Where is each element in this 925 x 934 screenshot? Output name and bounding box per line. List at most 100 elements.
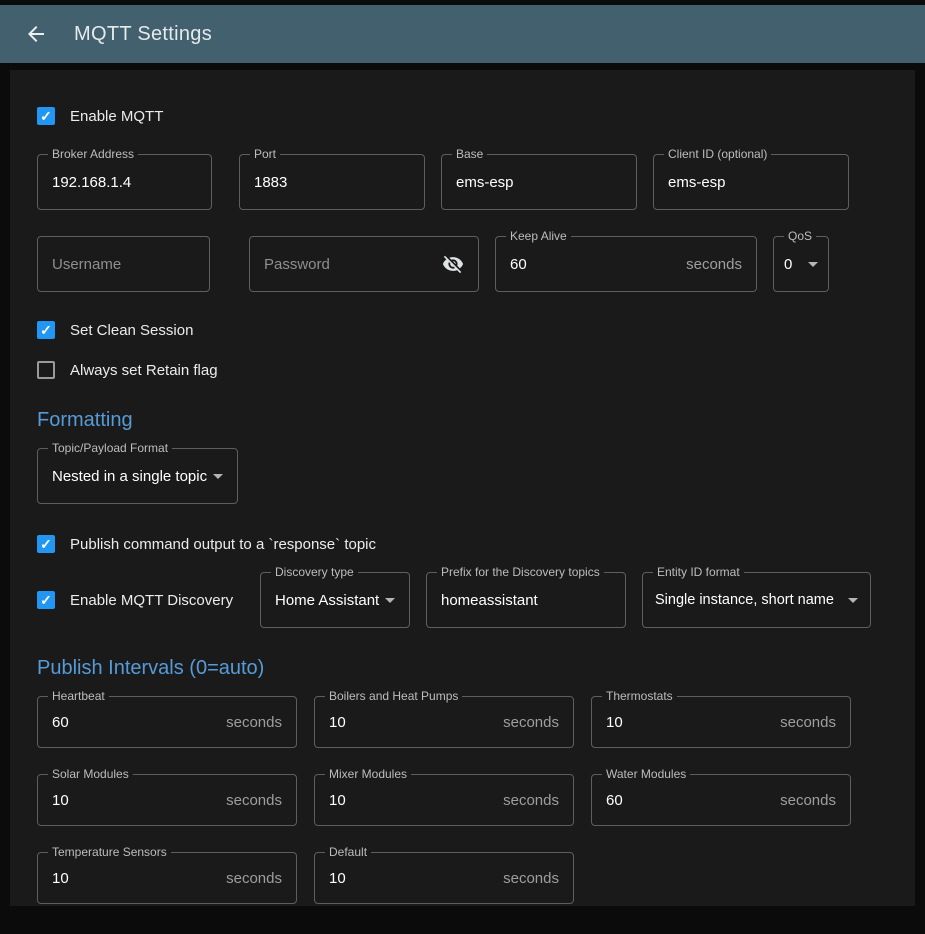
interval-label: Thermostats bbox=[602, 689, 677, 703]
mqtt-discovery-label: Enable MQTT Discovery bbox=[70, 592, 233, 609]
keep-alive-field[interactable]: Keep Alive seconds bbox=[495, 236, 757, 292]
interval-field-heartbeat[interactable]: Heartbeat seconds bbox=[37, 696, 297, 748]
mqtt-discovery-checkbox[interactable]: ✓ bbox=[37, 591, 55, 609]
topic-format-row: Topic/Payload Format Nested in a single … bbox=[37, 448, 888, 504]
broker-address-input[interactable] bbox=[52, 174, 197, 191]
arrow-left-icon bbox=[24, 22, 48, 46]
interval-field-water-modules[interactable]: Water Modules seconds bbox=[591, 774, 851, 826]
retain-flag-label: Always set Retain flag bbox=[70, 362, 218, 379]
base-label: Base bbox=[452, 147, 487, 161]
interval-label: Solar Modules bbox=[48, 767, 133, 781]
client-id-label: Client ID (optional) bbox=[664, 147, 771, 161]
base-field[interactable]: Base bbox=[441, 154, 637, 210]
interval-unit: seconds bbox=[226, 870, 282, 887]
interval-label: Mixer Modules bbox=[325, 767, 411, 781]
enable-mqtt-row[interactable]: ✓ Enable MQTT bbox=[37, 104, 888, 128]
mqtt-settings-card: ✓ Enable MQTT Broker Address Port Base C… bbox=[10, 70, 915, 906]
clean-session-row[interactable]: ✓ Set Clean Session bbox=[37, 318, 888, 342]
password-field[interactable] bbox=[249, 236, 479, 292]
client-id-field[interactable]: Client ID (optional) bbox=[653, 154, 849, 210]
caret-down-icon bbox=[848, 598, 858, 603]
keep-alive-unit: seconds bbox=[686, 256, 742, 273]
visibility-off-icon bbox=[442, 253, 464, 275]
keep-alive-input[interactable] bbox=[510, 256, 676, 273]
app-bar: MQTT Settings bbox=[0, 5, 925, 63]
entity-id-format-select[interactable]: Entity ID format Single instance, short … bbox=[642, 572, 871, 628]
retain-flag-row[interactable]: ✓ Always set Retain flag bbox=[37, 358, 888, 382]
interval-input[interactable] bbox=[329, 792, 493, 809]
clean-session-checkbox[interactable]: ✓ bbox=[37, 321, 55, 339]
password-input[interactable] bbox=[264, 256, 442, 273]
caret-down-icon bbox=[385, 598, 395, 603]
interval-unit: seconds bbox=[503, 870, 559, 887]
keep-alive-label: Keep Alive bbox=[506, 229, 571, 243]
interval-unit: seconds bbox=[780, 714, 836, 731]
interval-label: Boilers and Heat Pumps bbox=[325, 689, 462, 703]
interval-unit: seconds bbox=[780, 792, 836, 809]
qos-select[interactable]: QoS 0 bbox=[773, 236, 829, 292]
interval-field-temperature-sensors[interactable]: Temperature Sensors seconds bbox=[37, 852, 297, 904]
interval-field-default[interactable]: Default seconds bbox=[314, 852, 574, 904]
discovery-prefix-input[interactable] bbox=[441, 592, 611, 609]
interval-unit: seconds bbox=[503, 792, 559, 809]
broker-address-label: Broker Address bbox=[48, 147, 138, 161]
publish-response-label: Publish command output to a `response` t… bbox=[70, 536, 376, 553]
caret-down-icon bbox=[213, 474, 223, 479]
port-label: Port bbox=[250, 147, 280, 161]
caret-down-icon bbox=[808, 262, 818, 267]
interval-unit: seconds bbox=[226, 714, 282, 731]
check-icon: ✓ bbox=[40, 323, 52, 337]
clean-session-label: Set Clean Session bbox=[70, 322, 193, 339]
formatting-heading: Formatting bbox=[37, 406, 888, 434]
username-input[interactable] bbox=[52, 256, 195, 273]
interval-input[interactable] bbox=[329, 870, 493, 887]
check-icon: ✓ bbox=[40, 593, 52, 607]
qos-label: QoS bbox=[784, 229, 816, 243]
publish-response-row[interactable]: ✓ Publish command output to a `response`… bbox=[37, 532, 888, 556]
entity-id-format-label: Entity ID format bbox=[653, 565, 744, 579]
publish-response-checkbox[interactable]: ✓ bbox=[37, 535, 55, 553]
interval-input[interactable] bbox=[52, 792, 216, 809]
page-title: MQTT Settings bbox=[74, 23, 212, 46]
client-id-input[interactable] bbox=[668, 174, 834, 191]
back-button[interactable] bbox=[20, 18, 52, 50]
interval-field-boilers-heat-pumps[interactable]: Boilers and Heat Pumps seconds bbox=[314, 696, 574, 748]
check-icon: ✓ bbox=[40, 537, 52, 551]
mqtt-discovery-row[interactable]: ✓ Enable MQTT Discovery bbox=[37, 588, 244, 612]
qos-value: 0 bbox=[784, 256, 792, 273]
username-field[interactable] bbox=[37, 236, 210, 292]
enable-mqtt-checkbox[interactable]: ✓ bbox=[37, 107, 55, 125]
retain-flag-checkbox[interactable]: ✓ bbox=[37, 361, 55, 379]
interval-field-thermostats[interactable]: Thermostats seconds bbox=[591, 696, 851, 748]
topic-format-select[interactable]: Topic/Payload Format Nested in a single … bbox=[37, 448, 238, 504]
enable-mqtt-label: Enable MQTT bbox=[70, 108, 163, 125]
interval-input[interactable] bbox=[329, 714, 493, 731]
connection-row-1: Broker Address Port Base Client ID (opti… bbox=[37, 154, 888, 210]
toggle-password-visibility-button[interactable] bbox=[442, 253, 464, 275]
discovery-prefix-field[interactable]: Prefix for the Discovery topics bbox=[426, 572, 626, 628]
discovery-type-value: Home Assistant bbox=[275, 592, 379, 609]
publish-intervals-grid: Heartbeat seconds Boilers and Heat Pumps… bbox=[37, 696, 888, 904]
interval-label: Temperature Sensors bbox=[48, 845, 171, 859]
topic-format-label: Topic/Payload Format bbox=[48, 441, 172, 455]
interval-field-mixer-modules[interactable]: Mixer Modules seconds bbox=[314, 774, 574, 826]
interval-field-solar-modules[interactable]: Solar Modules seconds bbox=[37, 774, 297, 826]
interval-label: Default bbox=[325, 845, 371, 859]
interval-unit: seconds bbox=[503, 714, 559, 731]
port-field[interactable]: Port bbox=[239, 154, 425, 210]
publish-intervals-heading: Publish Intervals (0=auto) bbox=[37, 654, 888, 682]
interval-input[interactable] bbox=[606, 714, 770, 731]
broker-address-field[interactable]: Broker Address bbox=[37, 154, 212, 210]
connection-row-2: Keep Alive seconds QoS 0 bbox=[37, 236, 888, 292]
interval-label: Heartbeat bbox=[48, 689, 109, 703]
entity-id-format-value: Single instance, short name bbox=[655, 592, 834, 608]
discovery-type-select[interactable]: Discovery type Home Assistant bbox=[260, 572, 410, 628]
interval-input[interactable] bbox=[52, 870, 216, 887]
interval-input[interactable] bbox=[606, 792, 770, 809]
interval-input[interactable] bbox=[52, 714, 216, 731]
port-input[interactable] bbox=[254, 174, 410, 191]
interval-unit: seconds bbox=[226, 792, 282, 809]
interval-label: Water Modules bbox=[602, 767, 690, 781]
discovery-type-label: Discovery type bbox=[271, 565, 358, 579]
base-input[interactable] bbox=[456, 174, 622, 191]
